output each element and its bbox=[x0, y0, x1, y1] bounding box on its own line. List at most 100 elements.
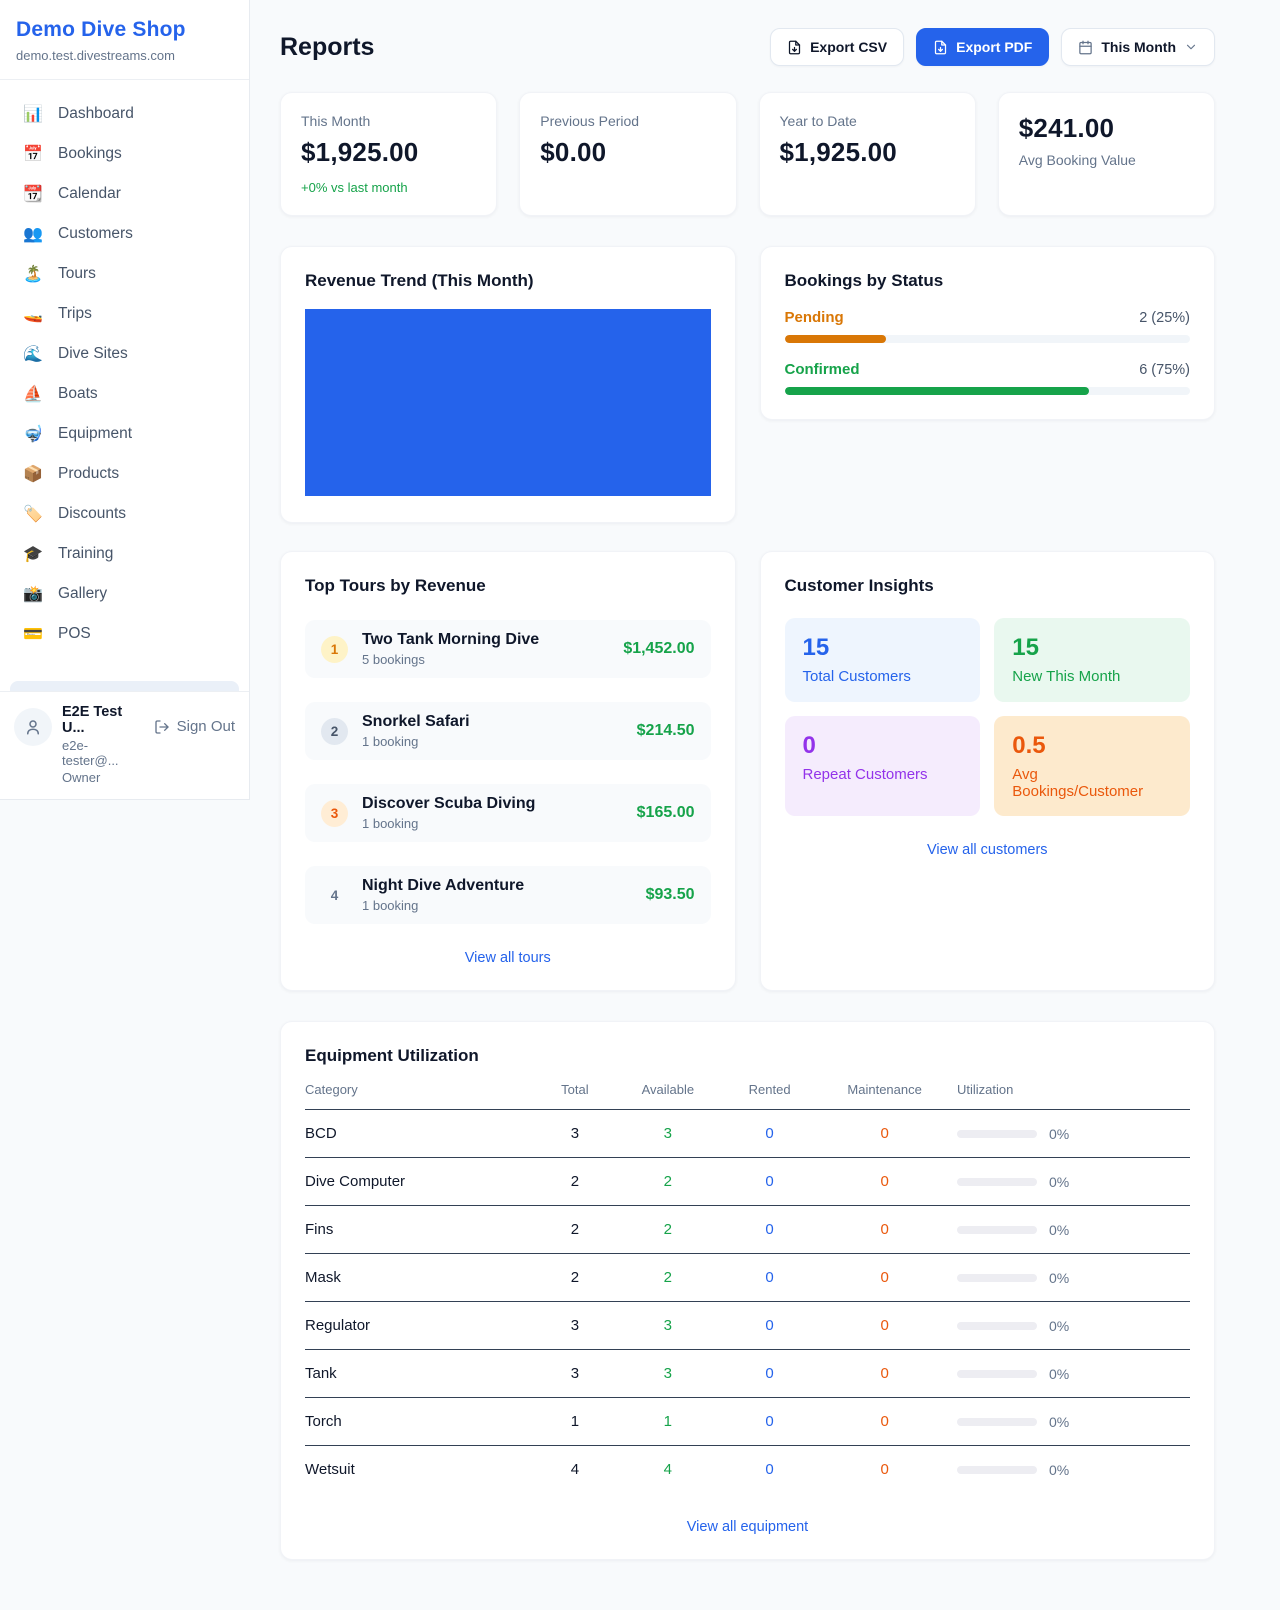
top-tours-title: Top Tours by Revenue bbox=[305, 576, 711, 596]
equipment-total: 2 bbox=[535, 1254, 615, 1302]
sidebar-item-tours[interactable]: 🏝️ Tours bbox=[10, 254, 239, 294]
sidebar-item-boats[interactable]: ⛵ Boats bbox=[10, 374, 239, 414]
tour-name: Snorkel Safari bbox=[362, 713, 623, 731]
stat-card-previous-period: Previous Period $0.00 bbox=[519, 92, 736, 216]
stat-card-year-to-date: Year to Date $1,925.00 bbox=[759, 92, 976, 216]
status-count: 6 (75%) bbox=[1139, 362, 1190, 378]
status-count: 2 (25%) bbox=[1139, 310, 1190, 326]
insight-value: 15 bbox=[803, 634, 963, 662]
tours-icon: 🏝️ bbox=[22, 264, 44, 284]
view-all-equipment-link[interactable]: View all equipment bbox=[687, 1519, 808, 1535]
sidebar-item-gallery[interactable]: 📸 Gallery bbox=[10, 574, 239, 614]
sidebar-item-pos[interactable]: 💳 POS bbox=[10, 614, 239, 654]
status-bar-track bbox=[785, 387, 1191, 395]
bookings-icon: 📅 bbox=[22, 144, 44, 164]
sidebar-item-products[interactable]: 📦 Products bbox=[10, 454, 239, 494]
period-dropdown[interactable]: This Month bbox=[1061, 28, 1215, 66]
user-email: e2e-tester@... bbox=[62, 738, 144, 768]
avatar bbox=[14, 708, 52, 746]
page-header: Reports Export CSV Export PDF This Month bbox=[280, 28, 1215, 66]
equipment-maintenance: 0 bbox=[818, 1206, 951, 1254]
tour-list-item: 1 Two Tank Morning Dive 5 bookings $1,45… bbox=[305, 620, 711, 678]
equipment-category: Mask bbox=[305, 1254, 535, 1302]
stat-value: $1,925.00 bbox=[301, 137, 476, 168]
stat-card-avg-booking-value: $241.00 Avg Booking Value bbox=[998, 92, 1215, 216]
equipment-rented: 0 bbox=[721, 1398, 818, 1446]
sidebar-item-dashboard[interactable]: 📊 Dashboard bbox=[10, 94, 239, 134]
bookings-by-status-card: Bookings by Status Pending 2 (25%) Confi… bbox=[760, 246, 1216, 420]
utilization-percent: 0% bbox=[1049, 1318, 1069, 1334]
sidebar-item-calendar[interactable]: 📆 Calendar bbox=[10, 174, 239, 214]
sidebar-item-bookings[interactable]: 📅 Bookings bbox=[10, 134, 239, 174]
user-role: Owner bbox=[62, 770, 144, 785]
utilization-bar bbox=[957, 1130, 1037, 1138]
table-row: Torch 1 1 0 0 0% bbox=[305, 1398, 1190, 1446]
sidebar-nav: 📊 Dashboard 📅 Bookings 📆 Calendar 👥 Cust… bbox=[0, 80, 249, 691]
sidebar-item-label: Customers bbox=[58, 225, 133, 243]
equipment-maintenance: 0 bbox=[818, 1398, 951, 1446]
sidebar-item-customers[interactable]: 👥 Customers bbox=[10, 214, 239, 254]
sidebar-item-label: Boats bbox=[58, 385, 98, 403]
equipment-category: Regulator bbox=[305, 1302, 535, 1350]
utilization-percent: 0% bbox=[1049, 1462, 1069, 1478]
equipment-rented: 0 bbox=[721, 1254, 818, 1302]
sign-out-label: Sign Out bbox=[177, 718, 235, 735]
equipment-category: BCD bbox=[305, 1110, 535, 1158]
equipment-total: 3 bbox=[535, 1350, 615, 1398]
sidebar-item-training[interactable]: 🎓 Training bbox=[10, 534, 239, 574]
rank-badge: 4 bbox=[321, 882, 348, 909]
insight-value: 15 bbox=[1012, 634, 1172, 662]
top-tours-card: Top Tours by Revenue 1 Two Tank Morning … bbox=[280, 551, 736, 991]
stat-label: Avg Booking Value bbox=[1019, 152, 1194, 168]
sidebar-item-equipment[interactable]: 🤿 Equipment bbox=[10, 414, 239, 454]
utilization-bar bbox=[957, 1466, 1037, 1474]
equipment-available: 3 bbox=[615, 1350, 721, 1398]
person-icon bbox=[24, 718, 42, 736]
equipment-category: Wetsuit bbox=[305, 1446, 535, 1494]
utilization-bar bbox=[957, 1178, 1037, 1186]
utilization-percent: 0% bbox=[1049, 1270, 1069, 1286]
equipment-maintenance: 0 bbox=[818, 1350, 951, 1398]
sidebar-item-discounts[interactable]: 🏷️ Discounts bbox=[10, 494, 239, 534]
tour-name: Discover Scuba Diving bbox=[362, 795, 623, 813]
equipment-available: 3 bbox=[615, 1110, 721, 1158]
equipment-total: 1 bbox=[535, 1398, 615, 1446]
export-pdf-label: Export PDF bbox=[956, 39, 1032, 55]
export-pdf-button[interactable]: Export PDF bbox=[916, 28, 1049, 66]
column-header-utilization: Utilization bbox=[951, 1082, 1190, 1110]
equipment-maintenance: 0 bbox=[818, 1158, 951, 1206]
sidebar-item-reports-partial[interactable] bbox=[10, 681, 239, 691]
stat-label: Previous Period bbox=[540, 113, 715, 129]
bookings-by-status-title: Bookings by Status bbox=[785, 271, 1191, 291]
sidebar-item-dive-sites[interactable]: 🌊 Dive Sites bbox=[10, 334, 239, 374]
equipment-rented: 0 bbox=[721, 1302, 818, 1350]
file-download-icon bbox=[787, 40, 802, 55]
sign-out-button[interactable]: Sign Out bbox=[154, 718, 235, 735]
shop-domain: demo.test.divestreams.com bbox=[16, 48, 233, 63]
rank-badge: 1 bbox=[321, 636, 348, 663]
insight-avg-bookings: 0.5 Avg Bookings/Customer bbox=[994, 716, 1190, 816]
equipment-maintenance: 0 bbox=[818, 1302, 951, 1350]
tour-bookings: 1 booking bbox=[362, 816, 623, 831]
equipment-total: 2 bbox=[535, 1206, 615, 1254]
table-row: Dive Computer 2 2 0 0 0% bbox=[305, 1158, 1190, 1206]
stats-row: This Month $1,925.00 +0% vs last month P… bbox=[280, 92, 1215, 216]
tour-revenue: $93.50 bbox=[646, 886, 695, 904]
view-all-tours-link[interactable]: View all tours bbox=[465, 950, 551, 966]
export-csv-button[interactable]: Export CSV bbox=[770, 28, 904, 66]
equipment-available: 2 bbox=[615, 1206, 721, 1254]
utilization-percent: 0% bbox=[1049, 1174, 1069, 1190]
sidebar-item-label: Training bbox=[58, 545, 113, 563]
equipment-category: Torch bbox=[305, 1398, 535, 1446]
utilization-percent: 0% bbox=[1049, 1126, 1069, 1142]
insight-value: 0 bbox=[803, 732, 963, 760]
products-icon: 📦 bbox=[22, 464, 44, 484]
boats-icon: ⛵ bbox=[22, 384, 44, 404]
equipment-rented: 0 bbox=[721, 1158, 818, 1206]
view-all-customers-link[interactable]: View all customers bbox=[927, 842, 1048, 858]
utilization-percent: 0% bbox=[1049, 1414, 1069, 1430]
sidebar-item-trips[interactable]: 🚤 Trips bbox=[10, 294, 239, 334]
tour-bookings: 1 booking bbox=[362, 898, 632, 913]
calendar-icon: 📆 bbox=[22, 184, 44, 204]
equipment-category: Fins bbox=[305, 1206, 535, 1254]
